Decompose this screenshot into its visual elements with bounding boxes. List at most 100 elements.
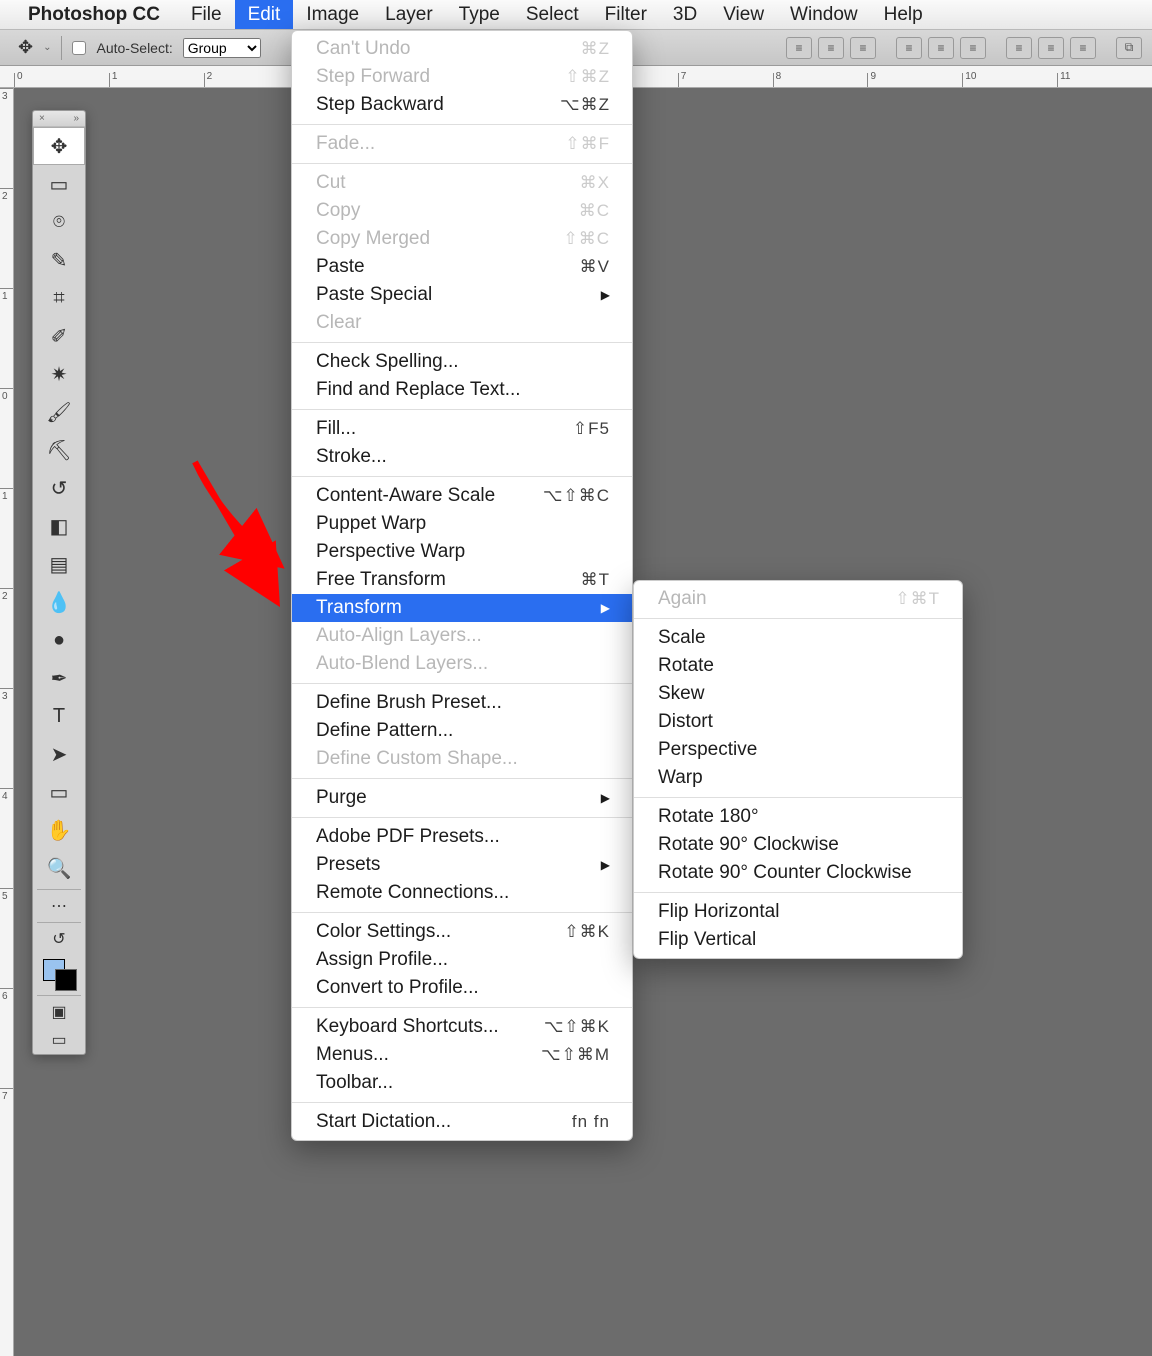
edit-menu-item-adobe-pdf-presets[interactable]: Adobe PDF Presets... (292, 823, 632, 851)
more-tools-icon[interactable]: ⋯ (33, 892, 85, 920)
edit-menu-item-fill[interactable]: Fill...⇧F5 (292, 415, 632, 443)
path-select-tool[interactable]: ➤ (33, 735, 85, 773)
3d-mode-icon[interactable]: ⧉ (1116, 37, 1142, 59)
edit-menu-item-check-spelling[interactable]: Check Spelling... (292, 348, 632, 376)
edit-menu-item-keyboard-shortcuts[interactable]: Keyboard Shortcuts...⌥⇧⌘K (292, 1013, 632, 1041)
collapse-icon[interactable]: » (73, 113, 79, 124)
eraser-tool[interactable]: ◧ (33, 507, 85, 545)
screenmode-icon[interactable]: ▭ (33, 1026, 85, 1054)
eyedropper-tool[interactable]: ✐ (33, 317, 85, 355)
brush-tool[interactable]: 🖌 (33, 393, 85, 431)
edit-menu-item-step-forward: Step Forward⇧⌘Z (292, 63, 632, 91)
edit-menu-item-content-aware-scale[interactable]: Content-Aware Scale⌥⇧⌘C (292, 482, 632, 510)
crop-tool[interactable]: ⌗ (33, 279, 85, 317)
edit-menu-item-perspective-warp[interactable]: Perspective Warp (292, 538, 632, 566)
menubar-item-type[interactable]: Type (446, 0, 513, 29)
edit-menu-item-paste[interactable]: Paste⌘V (292, 253, 632, 281)
type-tool[interactable]: T (33, 697, 85, 735)
menubar-item-image[interactable]: Image (293, 0, 372, 29)
hand-tool[interactable]: ✋ (33, 811, 85, 849)
color-swatches[interactable] (33, 953, 85, 993)
healing-tool[interactable]: ✷ (33, 355, 85, 393)
transform-menu-item-rotate[interactable]: Rotate (634, 652, 962, 680)
align-top-icon[interactable]: ≡ (896, 37, 922, 59)
menubar-item-help[interactable]: Help (871, 0, 936, 29)
blur-tool[interactable]: 💧 (33, 583, 85, 621)
edit-menu-item-color-settings[interactable]: Color Settings...⇧⌘K (292, 918, 632, 946)
edit-menu-item-step-backward[interactable]: Step Backward⌥⌘Z (292, 91, 632, 119)
menubar-item-select[interactable]: Select (513, 0, 592, 29)
align-left-icon[interactable]: ≡ (786, 37, 812, 59)
edit-menu-item-transform[interactable]: Transform▶ (292, 594, 632, 622)
marquee-tool[interactable]: ▭ (33, 165, 85, 203)
transform-menu-item-distort[interactable]: Distort (634, 708, 962, 736)
transform-menu-item-rotate-90-counter-clockwise[interactable]: Rotate 90° Counter Clockwise (634, 859, 962, 887)
distribute-center-icon[interactable]: ≡ (1038, 37, 1064, 59)
menubar-item-file[interactable]: File (178, 0, 235, 29)
menu-item-label: Menus... (316, 1044, 389, 1066)
menu-item-label: Remote Connections... (316, 882, 509, 904)
edit-menu-item-stroke[interactable]: Stroke... (292, 443, 632, 471)
edit-menu-item-menus[interactable]: Menus...⌥⇧⌘M (292, 1041, 632, 1069)
edit-menu-item-define-brush-preset[interactable]: Define Brush Preset... (292, 689, 632, 717)
distribute-top-icon[interactable]: ≡ (1006, 37, 1032, 59)
edit-menu-item-puppet-warp[interactable]: Puppet Warp (292, 510, 632, 538)
align-right-icon[interactable]: ≡ (850, 37, 876, 59)
edit-menu-item-define-pattern[interactable]: Define Pattern... (292, 717, 632, 745)
distribute-bottom-icon[interactable]: ≡ (1070, 37, 1096, 59)
background-color-swatch[interactable] (55, 969, 77, 991)
shape-tool[interactable]: ▭ (33, 773, 85, 811)
transform-menu-item-perspective[interactable]: Perspective (634, 736, 962, 764)
transform-menu-item-flip-vertical[interactable]: Flip Vertical (634, 926, 962, 954)
menubar-item-layer[interactable]: Layer (372, 0, 446, 29)
auto-select-checkbox[interactable] (72, 41, 86, 55)
zoom-tool[interactable]: 🔍 (33, 849, 85, 887)
edit-menu-item-copy-merged: Copy Merged⇧⌘C (292, 225, 632, 253)
menu-item-shortcut: ⇧⌘F (565, 134, 610, 154)
swap-colors-icon[interactable]: ↺ (33, 925, 85, 953)
auto-select-dropdown[interactable]: Group (183, 38, 261, 58)
edit-menu-item-convert-to-profile[interactable]: Convert to Profile... (292, 974, 632, 1002)
transform-menu-item-rotate-90-clockwise[interactable]: Rotate 90° Clockwise (634, 831, 962, 859)
dodge-tool[interactable]: ● (33, 621, 85, 659)
menubar-item-filter[interactable]: Filter (592, 0, 660, 29)
menubar-item-3d[interactable]: 3D (660, 0, 710, 29)
edit-menu-item-start-dictation[interactable]: Start Dictation...fn fn (292, 1108, 632, 1136)
edit-menu-item-toolbar[interactable]: Toolbar... (292, 1069, 632, 1097)
move-tool[interactable]: ✥ (33, 127, 85, 165)
menubar-item-view[interactable]: View (710, 0, 777, 29)
transform-menu-item-flip-horizontal[interactable]: Flip Horizontal (634, 898, 962, 926)
transform-menu-item-separator (634, 797, 962, 798)
edit-menu-item-remote-connections[interactable]: Remote Connections... (292, 879, 632, 907)
tools-panel: × » ✥▭⌾✎⌗✐✷🖌⛏↺◧▤💧●✒T➤▭✋🔍 ⋯ ↺ ▣ ▭ (32, 110, 86, 1055)
edit-menu-item-free-transform[interactable]: Free Transform⌘T (292, 566, 632, 594)
close-icon[interactable]: × (39, 113, 45, 124)
gradient-tool[interactable]: ▤ (33, 545, 85, 583)
edit-menu-item-paste-special[interactable]: Paste Special▶ (292, 281, 632, 309)
edit-menu-item-assign-profile[interactable]: Assign Profile... (292, 946, 632, 974)
transform-menu-item-warp[interactable]: Warp (634, 764, 962, 792)
menubar-item-edit[interactable]: Edit (235, 0, 294, 29)
align-bottom-icon[interactable]: ≡ (960, 37, 986, 59)
quickmask-icon[interactable]: ▣ (33, 998, 85, 1026)
pen-tool[interactable]: ✒ (33, 659, 85, 697)
menu-item-label: Rotate 180° (658, 806, 759, 828)
menu-item-shortcut: ⇧⌘Z (565, 67, 610, 87)
transform-menu-item-rotate-180[interactable]: Rotate 180° (634, 803, 962, 831)
transform-menu-item-skew[interactable]: Skew (634, 680, 962, 708)
move-tool-icon[interactable]: ✥ (18, 37, 33, 58)
clone-stamp-tool[interactable]: ⛏ (33, 431, 85, 469)
edit-menu-item-purge[interactable]: Purge▶ (292, 784, 632, 812)
menu-item-label: Purge (316, 787, 367, 809)
quick-select-tool[interactable]: ✎ (33, 241, 85, 279)
edit-menu-item-find-and-replace-text[interactable]: Find and Replace Text... (292, 376, 632, 404)
tool-preset-chevron-icon[interactable]: ⌄ (43, 42, 51, 53)
align-center-h-icon[interactable]: ≡ (818, 37, 844, 59)
lasso-tool[interactable]: ⌾ (33, 203, 85, 241)
history-brush-tool[interactable]: ↺ (33, 469, 85, 507)
tools-panel-titlebar[interactable]: × » (33, 111, 85, 127)
transform-menu-item-scale[interactable]: Scale (634, 624, 962, 652)
edit-menu-item-presets[interactable]: Presets▶ (292, 851, 632, 879)
align-center-v-icon[interactable]: ≡ (928, 37, 954, 59)
menubar-item-window[interactable]: Window (777, 0, 871, 29)
